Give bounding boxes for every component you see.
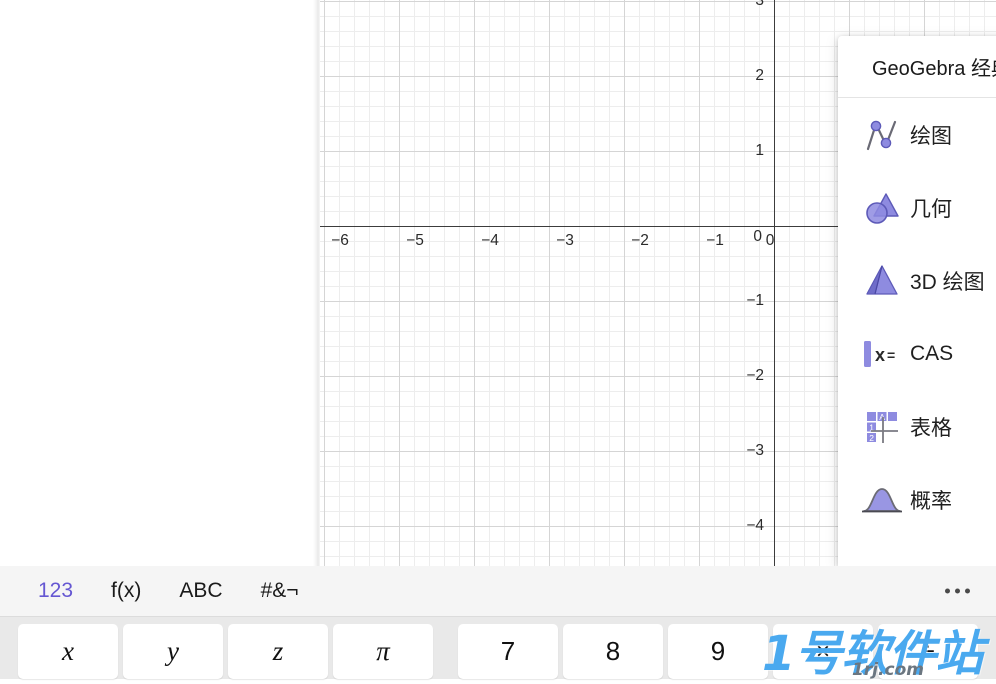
more-dot-icon <box>945 588 950 594</box>
app-picker-item-label: 几何 <box>910 197 952 221</box>
graphing3d-icon <box>854 261 910 301</box>
app-picker-item-label: 表格 <box>910 416 952 440</box>
svg-text:=: = <box>887 347 895 363</box>
app-picker-dropdown[interactable]: GeoGebra 经典 绘图几何3D 绘图x=CASA12表格概率 <box>838 36 996 566</box>
y-tick-label: 3 <box>755 0 764 9</box>
y-tick-label: −4 <box>746 517 764 534</box>
app-picker-header: GeoGebra 经典 <box>838 36 996 98</box>
svg-text:2: 2 <box>869 433 874 443</box>
app-picker-item-geometry[interactable]: 几何 <box>838 171 996 244</box>
y-axis <box>774 0 775 566</box>
app-picker-item-graphing[interactable]: 绘图 <box>838 98 996 171</box>
x-tick-label: −5 <box>406 232 424 249</box>
keyboard-tab-[interactable]: #&¬ <box>261 579 299 603</box>
keyboard-tab-abc[interactable]: ABC <box>179 579 222 603</box>
geogebra-app: −6−5−4−3−2−10 3210−1−2−3−4 GeoGebra 经典 绘… <box>0 0 996 566</box>
app-picker-item-graphing3d[interactable]: 3D 绘图 <box>838 244 996 317</box>
math-keyboard: 123 f(x) ABC #&¬ x y z π 7 8 9 × ÷ <box>0 566 996 679</box>
y-tick-label: −2 <box>746 367 764 384</box>
more-dot-icon <box>955 588 960 594</box>
app-picker-item-cas[interactable]: x = CAS <box>838 317 996 390</box>
keyboard-key-y[interactable]: y <box>123 624 223 679</box>
app-picker-item-label: CAS <box>910 341 954 365</box>
app-picker-item-label: 概率 <box>910 489 952 513</box>
x-tick-label: −4 <box>481 232 499 249</box>
keyboard-key-z[interactable]: z <box>228 624 328 679</box>
cas-icon: x = <box>854 334 910 374</box>
keyboard-key-multiply[interactable]: × <box>773 624 873 679</box>
keyboard-key-8[interactable]: 8 <box>563 624 663 679</box>
app-picker-item-probability[interactable]: 概率 <box>838 463 996 536</box>
graphing-icon <box>854 115 910 155</box>
y-tick-label: −3 <box>746 442 764 459</box>
keyboard-key-row: x y z π 7 8 9 × ÷ <box>0 617 996 679</box>
app-picker-item-label: 3D 绘图 <box>910 270 985 294</box>
keyboard-more-button[interactable] <box>945 588 970 594</box>
keyboard-key-x[interactable]: x <box>18 624 118 679</box>
app-picker-title: GeoGebra 经典 <box>872 58 996 80</box>
app-picker-item-label: 绘图 <box>910 124 952 148</box>
keyboard-key-divide[interactable]: ÷ <box>878 624 978 679</box>
algebra-panel[interactable] <box>0 0 313 566</box>
x-tick-label: −6 <box>331 232 349 249</box>
more-dot-icon <box>965 588 970 594</box>
keyboard-key-7[interactable]: 7 <box>458 624 558 679</box>
x-tick-label: −3 <box>556 232 574 249</box>
keyboard-tab-123[interactable]: 123 <box>38 579 73 603</box>
keyboard-tab-bar: 123 f(x) ABC #&¬ <box>0 566 996 617</box>
keyboard-tabs: 123 f(x) ABC #&¬ <box>0 579 299 603</box>
probability-icon <box>854 480 910 520</box>
keyboard-key-π[interactable]: π <box>333 624 433 679</box>
keyboard-key-9[interactable]: 9 <box>668 624 768 679</box>
app-picker-list: 绘图 几何 3D 绘图 x = CAS A 1 2 表格 概率 <box>838 98 996 536</box>
y-tick-label: 2 <box>755 67 764 84</box>
y-tick-label: 0 <box>753 228 762 245</box>
svg-text:x: x <box>875 345 885 365</box>
y-tick-label: −1 <box>746 292 764 309</box>
y-tick-label: 1 <box>755 142 764 159</box>
spreadsheet-icon: A12 <box>854 407 910 447</box>
panel-resize-divider[interactable] <box>313 0 320 566</box>
app-picker-item-spreadsheet[interactable]: A 1 2 表格 <box>838 390 996 463</box>
x-tick-label: −2 <box>631 232 649 249</box>
keyboard-tab-fx[interactable]: f(x) <box>111 579 141 603</box>
geometry-icon <box>854 188 910 228</box>
